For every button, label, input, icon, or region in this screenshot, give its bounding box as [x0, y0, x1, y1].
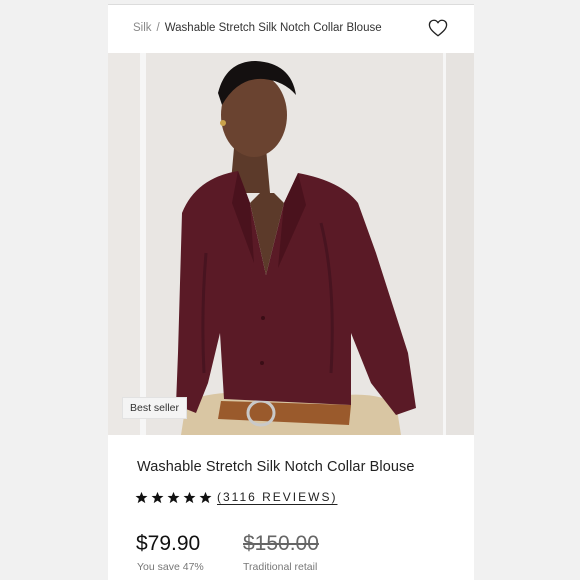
image-gallery[interactable]: Best seller: [108, 53, 474, 435]
star-icon: [199, 491, 212, 503]
product-image[interactable]: [146, 53, 443, 435]
original-price-label: Traditional retail: [243, 561, 318, 573]
breadcrumb-parent-link[interactable]: Silk: [133, 22, 152, 34]
product-page: Silk / Washable Stretch Silk Notch Collar …: [108, 4, 474, 580]
original-price: $150.00: [243, 532, 319, 555]
star-icon: [167, 491, 180, 503]
best-seller-badge: Best seller: [122, 397, 188, 419]
breadcrumb-current: Washable Stretch Silk Notch Collar Blous…: [164, 22, 382, 34]
savings-text: You save 47%: [137, 561, 204, 573]
divider: [108, 4, 474, 5]
star-icon: [151, 491, 164, 503]
star-icon: [135, 491, 148, 503]
breadcrumb-separator: /: [156, 22, 160, 34]
sale-price: $79.90: [136, 532, 201, 555]
star-icon: [183, 491, 196, 503]
next-slide[interactable]: [446, 53, 474, 435]
reviews-link[interactable]: (3116 REVIEWS): [217, 490, 337, 504]
star-rating: [135, 491, 212, 504]
rating: (3116 REVIEWS): [135, 490, 337, 504]
product-title: Washable Stretch Silk Notch Collar Blous…: [137, 459, 415, 475]
breadcrumb: Silk / Washable Stretch Silk Notch Collar …: [133, 22, 382, 34]
heart-icon[interactable]: [428, 19, 448, 37]
previous-slide[interactable]: [108, 53, 140, 435]
